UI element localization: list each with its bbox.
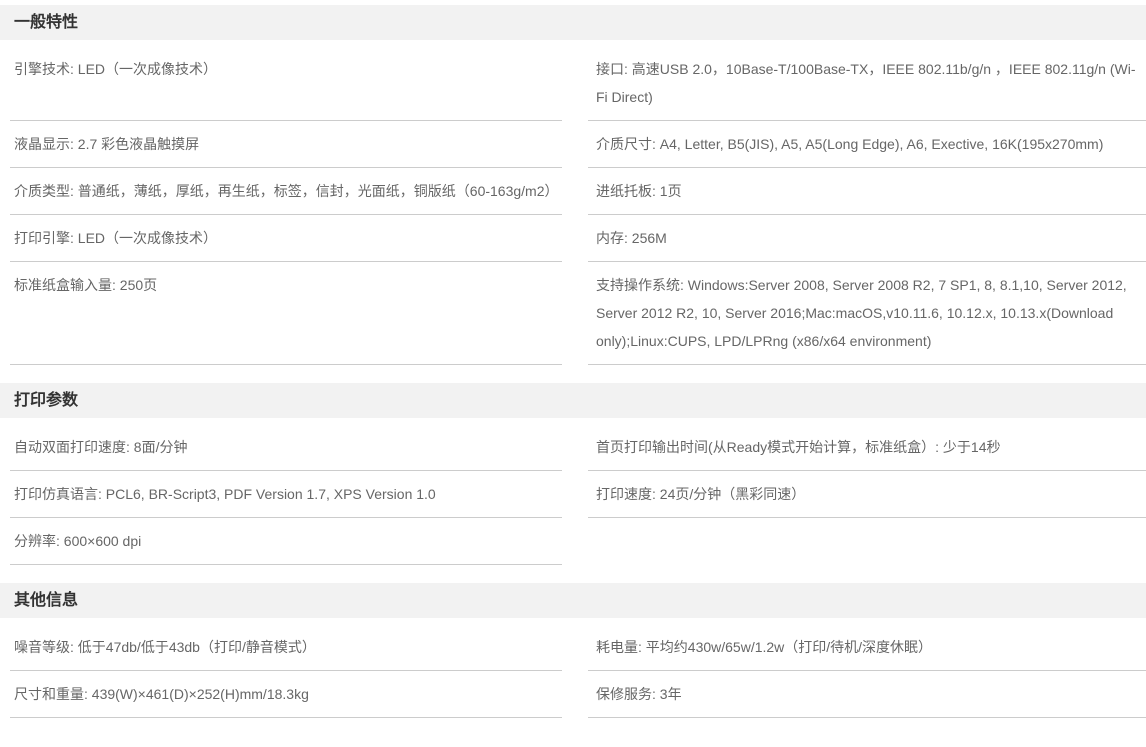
spec-cell-right — [588, 518, 1146, 565]
section-title: 其他信息 — [0, 583, 1146, 618]
spec-cell-left: 自动双面打印速度: 8面/分钟 — [10, 424, 562, 471]
spec-cell-right: 首页打印输出时间(从Ready模式开始计算，标准纸盒）: 少于14秒 — [588, 424, 1146, 471]
spec-cell-right: 耗电量: 平均约430w/65w/1.2w（打印/待机/深度休眠） — [588, 624, 1146, 671]
spec-cell-right: 保修服务: 3年 — [588, 671, 1146, 718]
spec-cell-left: 引擎技术: LED（一次成像技术） — [10, 46, 562, 121]
spec-section: 其他信息噪音等级: 低于47db/低于43db（打印/静音模式） 耗电量: 平均约… — [0, 583, 1146, 718]
spec-section: 打印参数自动双面打印速度: 8面/分钟首页打印输出时间(从Ready模式开始计算… — [0, 383, 1146, 565]
spec-cell-right: 打印速度: 24页/分钟（黑彩同速） — [588, 471, 1146, 518]
spec-cell-right: 进纸托板: 1页 — [588, 168, 1146, 215]
spec-grid: 引擎技术: LED（一次成像技术） 接口: 高速USB 2.0，10Base-T/… — [10, 46, 1146, 365]
section-title: 打印参数 — [0, 383, 1146, 418]
spec-section: 一般特性引擎技术: LED（一次成像技术） 接口: 高速USB 2.0，10Bas… — [0, 5, 1146, 365]
spec-cell-right: 支持操作系统: Windows:Server 2008, Server 2008… — [588, 262, 1146, 365]
spec-cell-right: 内存: 256M — [588, 215, 1146, 262]
spec-cell-left: 标准纸盒输入量: 250页 — [10, 262, 562, 365]
spec-cell-right: 接口: 高速USB 2.0，10Base-T/100Base-TX，IEEE 8… — [588, 46, 1146, 121]
spec-cell-right: 介质尺寸: A4, Letter, B5(JIS), A5, A5(Long E… — [588, 121, 1146, 168]
section-title: 一般特性 — [0, 5, 1146, 40]
spec-cell-left: 打印仿真语言: PCL6, BR-Script3, PDF Version 1.… — [10, 471, 562, 518]
spec-cell-left: 介质类型: 普通纸，薄纸，厚纸，再生纸，标签，信封，光面纸，铜版纸（60-163… — [10, 168, 562, 215]
spec-grid: 自动双面打印速度: 8面/分钟首页打印输出时间(从Ready模式开始计算，标准纸… — [10, 424, 1146, 565]
spec-cell-left: 噪音等级: 低于47db/低于43db（打印/静音模式） — [10, 624, 562, 671]
spec-cell-left: 打印引擎: LED（一次成像技术） — [10, 215, 562, 262]
spec-cell-left: 尺寸和重量: 439(W)×461(D)×252(H)mm/18.3kg — [10, 671, 562, 718]
spec-cell-left: 分辨率: 600×600 dpi — [10, 518, 562, 565]
spec-sheet: 一般特性引擎技术: LED（一次成像技术） 接口: 高速USB 2.0，10Bas… — [0, 0, 1146, 718]
spec-cell-left: 液晶显示: 2.7 彩色液晶触摸屏 — [10, 121, 562, 168]
spec-grid: 噪音等级: 低于47db/低于43db（打印/静音模式） 耗电量: 平均约430w… — [10, 624, 1146, 718]
